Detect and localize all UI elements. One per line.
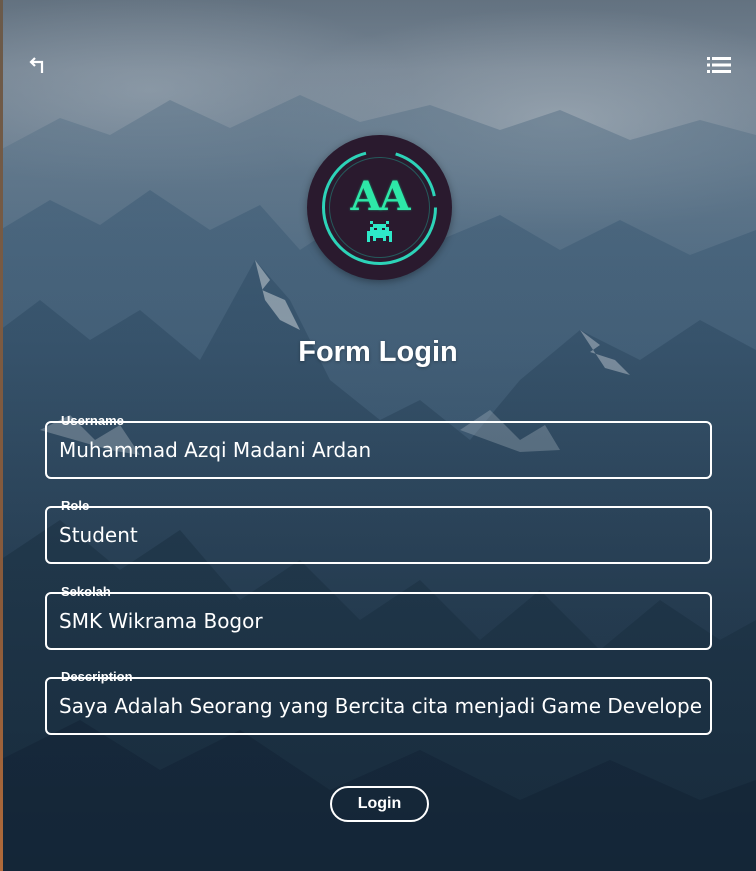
description-input[interactable]: Saya Adalah Seorang yang Bercita cita me… <box>59 679 703 733</box>
list-menu-icon <box>707 56 731 79</box>
back-button[interactable] <box>24 52 54 82</box>
login-screen: AA Form Login Username Muhammad Azqi Mad… <box>0 0 756 871</box>
role-input[interactable]: Student <box>59 508 703 562</box>
logo-text: AA <box>350 173 410 220</box>
window-edge <box>0 0 3 871</box>
form-title: Form Login <box>298 336 458 368</box>
description-field[interactable]: Description Saya Adalah Seorang yang Ber… <box>45 668 712 735</box>
role-field[interactable]: Role Student <box>45 497 712 564</box>
menu-button[interactable] <box>704 52 734 82</box>
sekolah-input[interactable]: SMK Wikrama Bogor <box>59 594 703 648</box>
app-logo: AA <box>307 135 452 280</box>
username-input[interactable]: Muhammad Azqi Madani Ardan <box>59 423 703 477</box>
sekolah-field[interactable]: Sekolah SMK Wikrama Bogor <box>45 583 712 650</box>
username-field[interactable]: Username Muhammad Azqi Madani Ardan <box>45 412 712 479</box>
return-arrow-icon <box>29 55 49 80</box>
login-button[interactable]: Login <box>330 786 429 822</box>
